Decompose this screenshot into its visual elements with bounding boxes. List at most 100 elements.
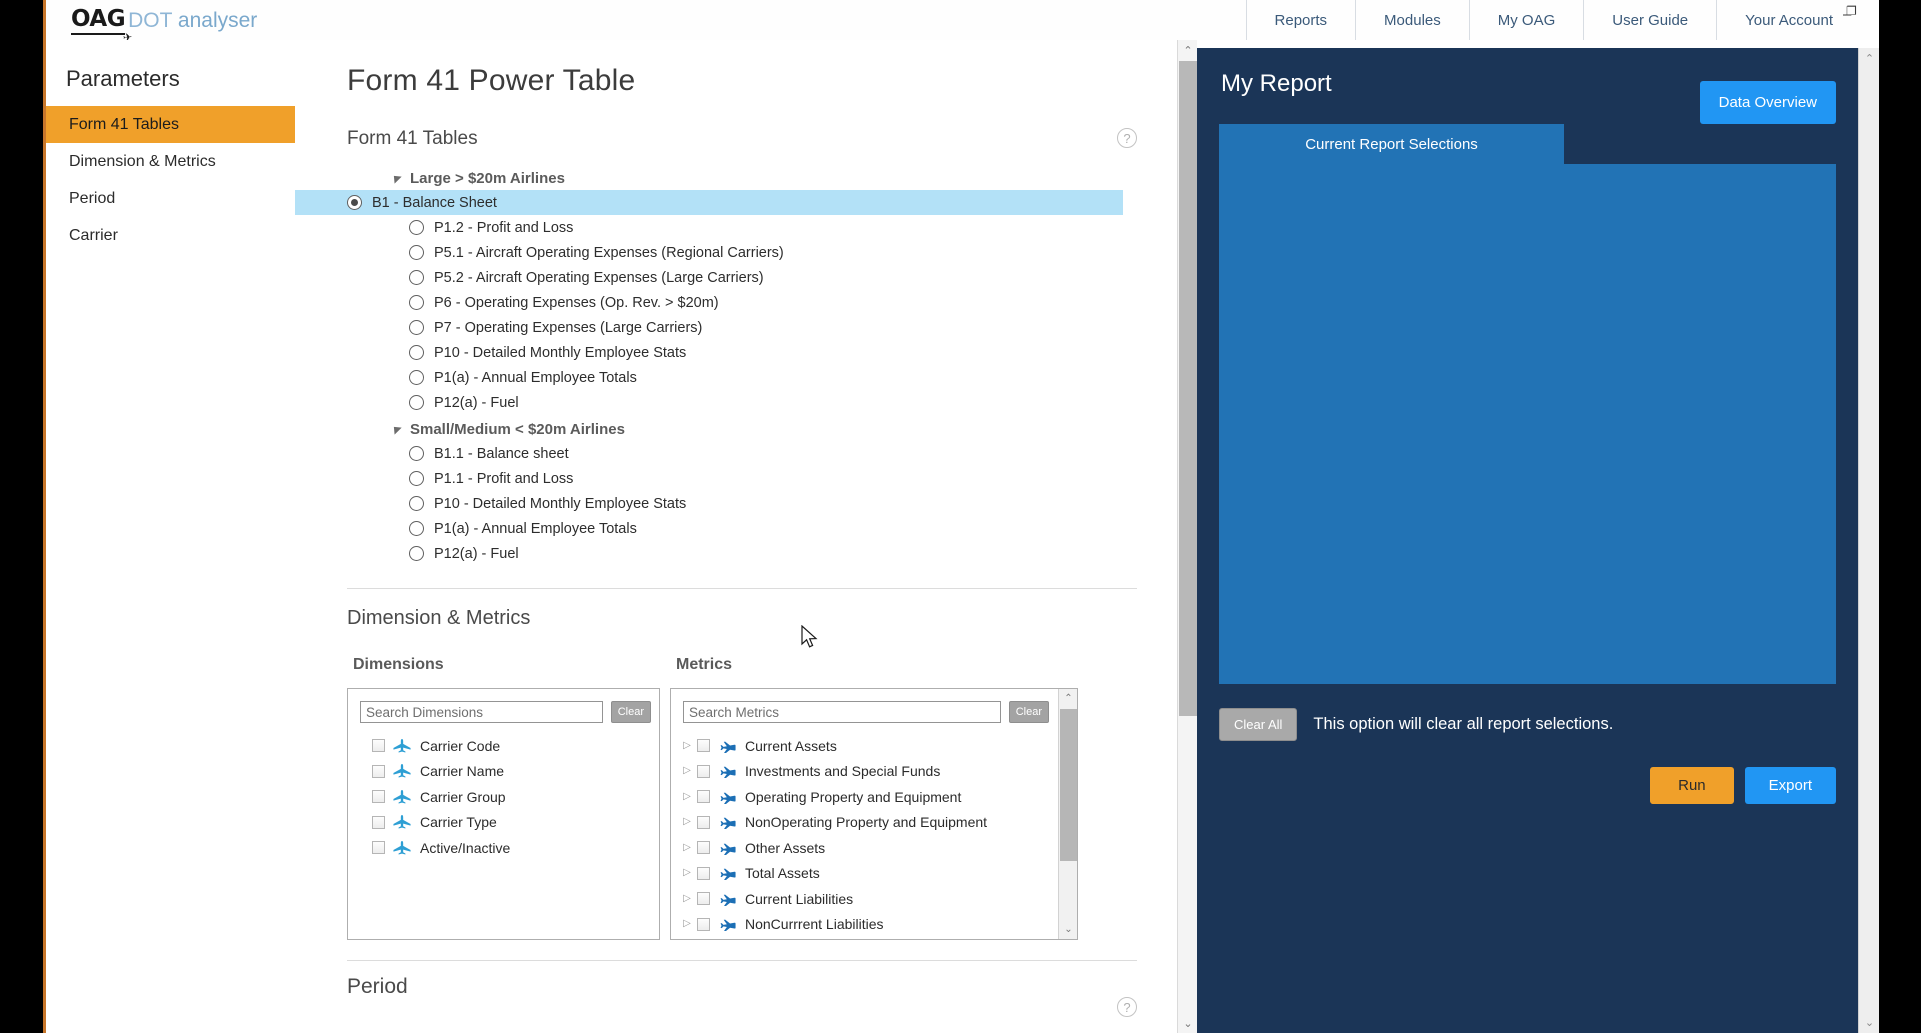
radio-row-p1-1-profit-and-loss[interactable]: P1.1 - Profit and Loss [347, 466, 1177, 491]
chevron-right-icon[interactable]: ▷ [681, 868, 693, 878]
checkbox-icon[interactable] [372, 815, 385, 829]
dimension-option-active-inactive[interactable]: Active/Inactive [348, 835, 659, 861]
scrollbar-thumb[interactable] [1179, 61, 1197, 716]
radio-icon[interactable] [409, 496, 424, 511]
radio-row-p1a-annual-employee-totals[interactable]: P1(a) - Annual Employee Totals [347, 365, 1177, 390]
checkbox-icon[interactable] [697, 841, 710, 855]
nav-item-my-oag[interactable]: My OAG [1468, 0, 1584, 40]
dimension-option-carrier-name[interactable]: Carrier Name [348, 759, 659, 785]
chevron-right-icon[interactable]: ▷ [681, 893, 693, 904]
radio-icon[interactable] [409, 295, 424, 310]
period-help-icon[interactable]: ? [1117, 997, 1137, 1017]
clear-all-button[interactable]: Clear All [1219, 708, 1298, 741]
radio-icon[interactable] [409, 345, 424, 360]
sidebar-item-form-41-tables[interactable]: Form 41 Tables [46, 106, 295, 143]
radio-icon[interactable] [409, 546, 424, 561]
sidebar-item-dimension-metrics[interactable]: Dimension & Metrics [46, 143, 295, 180]
tab-current-report-selections[interactable]: Current Report Selections [1219, 124, 1564, 164]
scroll-down-icon[interactable]: ⌄ [1859, 1012, 1879, 1033]
scroll-down-icon[interactable]: ⌄ [1059, 920, 1077, 939]
export-button[interactable]: Export [1744, 767, 1836, 804]
chevron-right-icon[interactable]: ▷ [681, 766, 693, 776]
dimension-option-carrier-code[interactable]: Carrier Code [348, 733, 659, 759]
radio-row-small-p1a-annual-employee-totals[interactable]: P1(a) - Annual Employee Totals [347, 516, 1177, 541]
radio-icon[interactable] [409, 471, 424, 486]
restore-icon[interactable]: ❐ [1846, 4, 1857, 18]
oag-logo[interactable]: OAG ✈ DOT analyser [71, 6, 257, 44]
radio-icon[interactable] [409, 220, 424, 235]
radio-icon[interactable] [347, 195, 362, 210]
triangle-collapse-icon[interactable] [390, 172, 402, 184]
radio-row-b1-1-balance-sheet[interactable]: B1.1 - Balance sheet [347, 441, 1177, 466]
search-metrics-input[interactable] [683, 701, 1001, 723]
chevron-right-icon[interactable]: ▷ [681, 919, 693, 929]
radio-row-p12a-fuel[interactable]: P12(a) - Fuel [347, 390, 1177, 415]
radio-icon[interactable] [409, 395, 424, 410]
nav-item-your-account[interactable]: Your Account [1716, 0, 1861, 40]
metric-option-current-liabilities[interactable]: ▷ Current Liabilities [671, 886, 1077, 912]
scroll-up-icon[interactable]: ⌃ [1859, 48, 1879, 69]
search-dimensions-input[interactable] [360, 701, 603, 723]
nav-item-modules[interactable]: Modules [1355, 0, 1469, 40]
scroll-up-icon[interactable]: ⌃ [1059, 689, 1077, 708]
main-scrollbar[interactable]: ⌃ ⌄ [1177, 40, 1197, 1033]
radio-row-p10-detailed-monthly-employee-stats[interactable]: P10 - Detailed Monthly Employee Stats [347, 340, 1177, 365]
radio-row-p5-2-aircraft-operating-expenses-large[interactable]: P5.2 - Aircraft Operating Expenses (Larg… [347, 265, 1177, 290]
metric-option-total-assets[interactable]: ▷ Total Assets [671, 861, 1077, 887]
metric-option-operating-property-and-equipment[interactable]: ▷ Operating Property and Equipment [671, 784, 1077, 810]
sidebar-item-carrier[interactable]: Carrier [46, 217, 295, 254]
checkbox-icon[interactable] [697, 917, 710, 931]
checkbox-icon[interactable] [697, 764, 710, 778]
clear-dimensions-button[interactable]: Clear [610, 701, 651, 723]
metric-option-noncurrent-liabilities[interactable]: ▷ NonCurrrent Liabilities [671, 912, 1077, 938]
radio-icon[interactable] [409, 521, 424, 536]
radio-icon[interactable] [409, 245, 424, 260]
radio-icon[interactable] [409, 370, 424, 385]
sidebar-item-period[interactable]: Period [46, 180, 295, 217]
chevron-right-icon[interactable]: ▷ [681, 842, 693, 853]
metric-option-deferred-credits[interactable]: ▷ Deferred Credits [671, 937, 1077, 939]
checkbox-icon[interactable] [372, 790, 385, 804]
chevron-right-icon[interactable]: ▷ [681, 817, 693, 827]
scroll-up-icon[interactable]: ⌃ [1178, 40, 1198, 60]
checkbox-icon[interactable] [372, 841, 385, 855]
radio-icon[interactable] [409, 446, 424, 461]
dimension-option-carrier-group[interactable]: Carrier Group [348, 784, 659, 810]
radio-icon[interactable] [409, 270, 424, 285]
dimension-option-carrier-type[interactable]: Carrier Type [348, 810, 659, 836]
checkbox-icon[interactable] [372, 739, 385, 753]
scroll-down-icon[interactable]: ⌄ [1178, 1013, 1198, 1033]
radio-row-p1-2-profit-and-loss[interactable]: P1.2 - Profit and Loss [347, 215, 1177, 240]
checkbox-icon[interactable] [697, 892, 710, 906]
radio-row-small-p10-detailed-monthly-employee-stats[interactable]: P10 - Detailed Monthly Employee Stats [347, 491, 1177, 516]
radio-row-p7-operating-expenses-large[interactable]: P7 - Operating Expenses (Large Carriers) [347, 315, 1177, 340]
nav-item-reports[interactable]: Reports [1245, 0, 1356, 40]
radio-row-small-p12a-fuel[interactable]: P12(a) - Fuel [347, 541, 1177, 566]
checkbox-icon[interactable] [697, 790, 710, 804]
report-panel-scrollbar[interactable]: ⌃ ⌄ [1858, 48, 1879, 1033]
checkbox-icon[interactable] [697, 739, 710, 753]
chevron-right-icon[interactable]: ▷ [681, 740, 693, 751]
metric-option-current-assets[interactable]: ▷ Current Assets [671, 733, 1077, 759]
metric-option-nonoperating-property-and-equipment[interactable]: ▷ NonOperating Property and Equipment [671, 810, 1077, 836]
tree-group-header[interactable]: Large > $20m Airlines [347, 166, 1177, 190]
radio-row-p6-operating-expenses[interactable]: P6 - Operating Expenses (Op. Rev. > $20m… [347, 290, 1177, 315]
triangle-collapse-icon[interactable] [390, 423, 402, 435]
metrics-scrollbar[interactable]: ⌃ ⌄ [1058, 689, 1077, 939]
scrollbar-thumb[interactable] [1060, 709, 1077, 861]
checkbox-icon[interactable] [372, 764, 385, 778]
checkbox-icon[interactable] [697, 866, 710, 880]
checkbox-icon[interactable] [697, 815, 710, 829]
metric-option-investments-and-special-funds[interactable]: ▷ Investments and Special Funds [671, 759, 1077, 785]
clear-metrics-button[interactable]: Clear [1008, 701, 1049, 723]
tree-group-header[interactable]: Small/Medium < $20m Airlines [347, 417, 1177, 441]
radio-row-p5-1-aircraft-operating-expenses-regional[interactable]: P5.1 - Aircraft Operating Expenses (Regi… [347, 240, 1177, 265]
metric-option-other-assets[interactable]: ▷ Other Assets [671, 835, 1077, 861]
help-icon[interactable]: ? [1117, 128, 1137, 148]
run-button[interactable]: Run [1650, 767, 1734, 804]
chevron-right-icon[interactable]: ▷ [681, 791, 693, 802]
nav-item-user-guide[interactable]: User Guide [1583, 0, 1716, 40]
radio-row-b1-balance-sheet[interactable]: B1 - Balance Sheet [295, 190, 1123, 215]
data-overview-button[interactable]: Data Overview [1699, 81, 1836, 124]
radio-icon[interactable] [409, 320, 424, 335]
